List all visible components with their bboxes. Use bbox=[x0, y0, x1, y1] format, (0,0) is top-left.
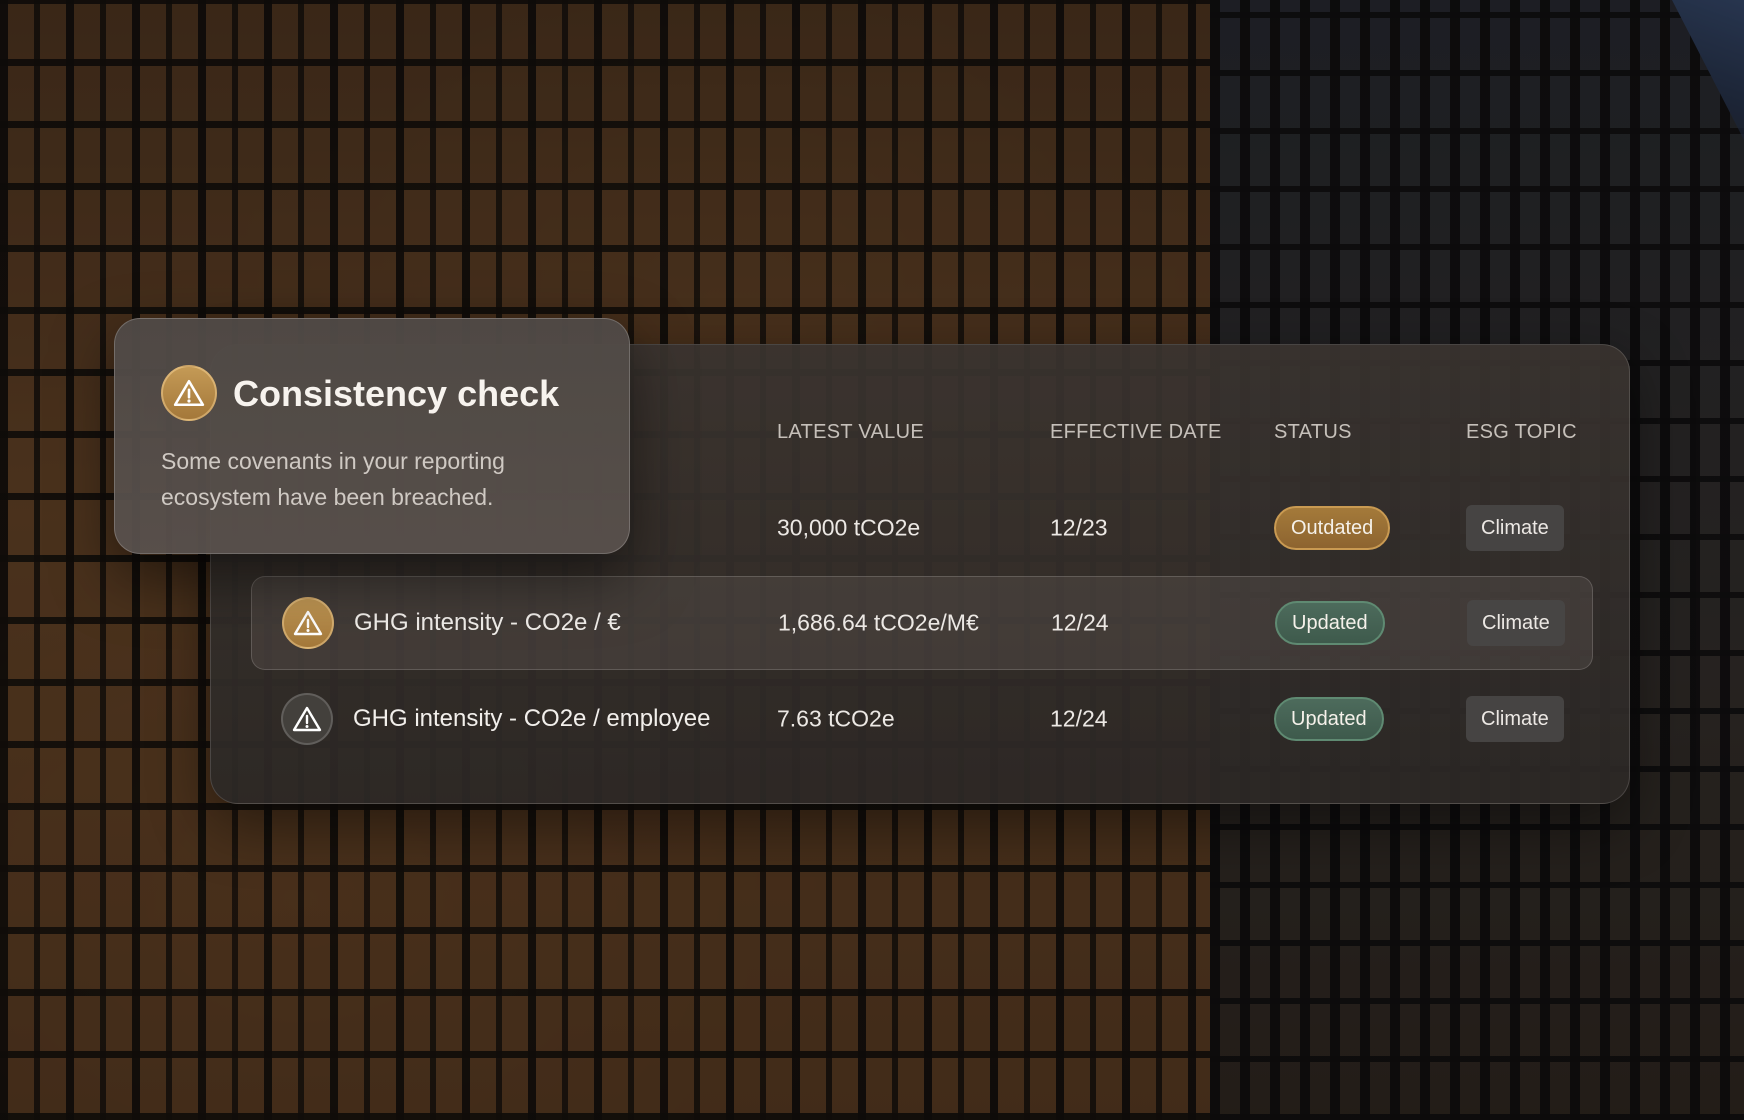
warning-icon bbox=[161, 365, 217, 421]
status-badge-updated: Updated bbox=[1274, 697, 1384, 741]
effective-date: 12/24 bbox=[1051, 609, 1109, 636]
effective-date: 12/23 bbox=[1050, 514, 1108, 541]
status-badge-outdated: Outdated bbox=[1274, 506, 1391, 550]
column-header-status: STATUS bbox=[1274, 421, 1352, 443]
popover-title: Consistency check bbox=[233, 373, 560, 414]
warning-icon bbox=[281, 693, 333, 745]
warning-icon bbox=[282, 597, 334, 649]
latest-value: 7.63 tCO2e bbox=[777, 705, 895, 732]
column-header-latest-value: LATEST VALUE bbox=[777, 421, 924, 443]
table-row[interactable]: GHG intensity - CO2e / employee 7.63 tCO… bbox=[251, 672, 1593, 766]
column-header-esg-topic: ESG TOPIC bbox=[1466, 421, 1577, 443]
table-row[interactable]: GHG intensity - CO2e / € 1,686.64 tCO2e/… bbox=[251, 576, 1593, 670]
status-badge-updated: Updated bbox=[1275, 601, 1385, 645]
esg-topic-button[interactable]: Climate bbox=[1467, 600, 1565, 646]
column-header-effective-date: EFFECTIVE DATE bbox=[1050, 421, 1222, 443]
metric-name: GHG intensity - CO2e / employee bbox=[353, 705, 711, 732]
consistency-check-popover: Consistency check Some covenants in your… bbox=[114, 318, 630, 554]
effective-date: 12/24 bbox=[1050, 705, 1108, 732]
popover-message: Some covenants in your reporting ecosyst… bbox=[161, 448, 505, 510]
esg-topic-button[interactable]: Climate bbox=[1466, 505, 1564, 551]
latest-value: 30,000 tCO2e bbox=[777, 514, 921, 541]
metric-name: GHG intensity - CO2e / € bbox=[354, 609, 621, 636]
esg-topic-button[interactable]: Climate bbox=[1466, 696, 1564, 742]
latest-value: 1,686.64 tCO2e/M€ bbox=[778, 609, 979, 636]
